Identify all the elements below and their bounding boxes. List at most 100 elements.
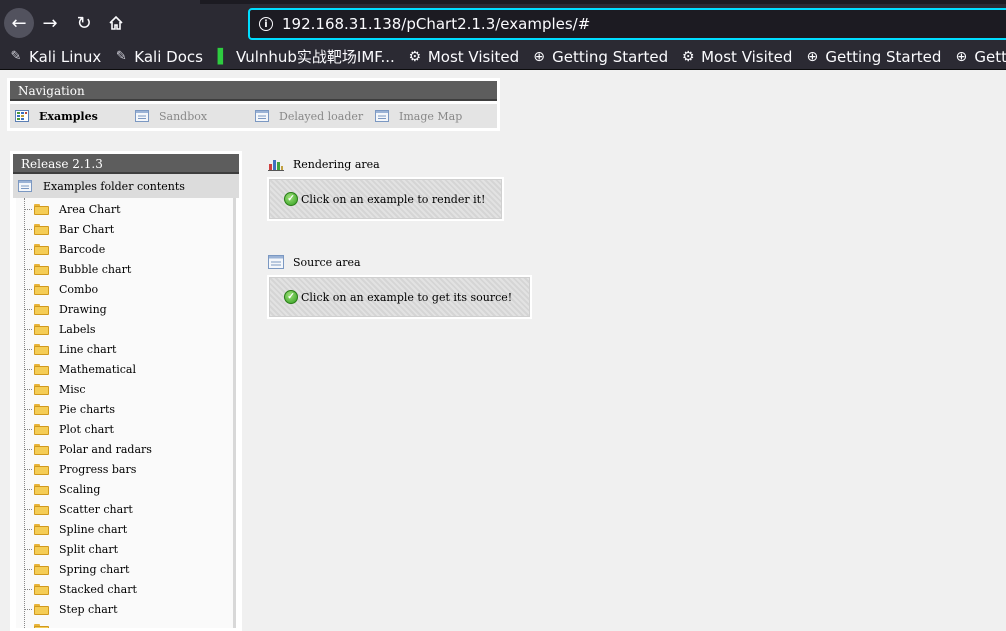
bookmark-item[interactable]: ⚙ Most Visited	[407, 47, 520, 66]
folder-label: Pie charts	[59, 402, 116, 416]
bookmark-item[interactable]: ⚙ Most Visited	[680, 47, 793, 66]
bookmark-label: Getting Started	[552, 47, 669, 66]
tree-connector	[24, 288, 32, 290]
window-icon	[268, 255, 284, 269]
navigation-tabs: Examples Sandbox Delayed loader Image Ma…	[10, 104, 497, 128]
rendering-area-label: Rendering area	[293, 157, 380, 171]
gear-icon: ⚙	[408, 48, 422, 65]
folder-icon	[34, 363, 49, 375]
folder-label: Labels	[59, 322, 96, 336]
folder-label: Polar and radars	[59, 442, 152, 456]
bookmark-item[interactable]: ✎ Kali Docs	[113, 48, 203, 66]
folder-item[interactable]: Combo	[24, 279, 98, 299]
folder-icon	[34, 483, 49, 495]
folder-label: Bubble chart	[59, 262, 132, 276]
folder-item[interactable]: Mathematical	[24, 359, 136, 379]
tree-connector	[24, 448, 32, 450]
bookmark-item[interactable]: ⊕ Getting Started	[531, 48, 668, 66]
folder-item[interactable]: Scaling	[24, 479, 100, 499]
vulnhub-icon: ▌	[217, 48, 229, 65]
folder-label: Scatter chart	[59, 502, 133, 516]
tab-delayed-loader-label: Delayed loader	[279, 109, 364, 123]
folder-item[interactable]: Misc	[24, 379, 86, 399]
tab-sandbox[interactable]: Sandbox	[135, 104, 207, 128]
browser-toolbar: ← → ↻ i 192.168.31.138/pChart2.1.3/examp…	[0, 0, 1006, 44]
folder-item[interactable]: Spring chart	[24, 559, 129, 579]
bookmark-item[interactable]: ⊕ Getting Started	[804, 48, 942, 66]
tree-connector	[24, 348, 32, 350]
navigation-title: Navigation	[10, 81, 497, 101]
folder-item[interactable]: Plot chart	[24, 419, 114, 439]
rendering-message-box: ✓ Click on an example to render it!	[269, 179, 502, 219]
folder-label: Spline chart	[59, 522, 128, 536]
tree-connector	[24, 408, 32, 410]
tree-connector	[24, 608, 32, 610]
bookmarks-bar: ✎ Kali Linux ✎ Kali Docs ▌ Vulnhub实战靶场IMF... ⚙…	[0, 44, 1006, 70]
reload-button[interactable]: ↻	[70, 9, 98, 37]
url-bar[interactable]: i 192.168.31.138/pChart2.1.3/examples/#	[248, 8, 1006, 40]
rendering-area: ✓ Click on an example to render it!	[267, 177, 504, 221]
folder-icon	[34, 263, 49, 275]
tree-connector	[24, 548, 32, 550]
folder-item[interactable]: Step chart	[24, 599, 118, 619]
release-title: Release 2.1.3	[13, 154, 239, 174]
bookmark-item[interactable]: ▌ Vulnhub实战靶场IMF...	[215, 46, 395, 67]
home-button[interactable]	[102, 9, 130, 37]
forward-button[interactable]: →	[36, 9, 64, 37]
folder-tree[interactable]: Area Chart Bar Chart Barcode Bubble chart Co…	[16, 198, 236, 628]
folder-label: Combo	[59, 282, 99, 296]
folder-item[interactable]: Drawing	[24, 299, 107, 319]
source-area-label: Source area	[293, 255, 361, 269]
folder-item-partial[interactable]	[24, 619, 59, 628]
folder-item[interactable]: Bar Chart	[24, 219, 114, 239]
folder-icon	[34, 403, 49, 415]
back-button[interactable]: ←	[4, 8, 34, 38]
tree-connector	[24, 268, 32, 270]
tree-connector	[24, 528, 32, 530]
checkmark-icon: ✓	[284, 192, 298, 206]
folder-label: Split chart	[59, 542, 119, 556]
folder-item[interactable]: Scatter chart	[24, 499, 133, 519]
folder-item[interactable]: Labels	[24, 319, 96, 339]
folder-icon	[34, 503, 49, 515]
bar-chart-icon	[268, 160, 284, 171]
folder-contents-label: Examples folder contents	[43, 179, 185, 193]
globe-icon: ⊕	[806, 48, 819, 65]
folder-icon	[34, 323, 49, 335]
tab-image-map-label: Image Map	[399, 109, 463, 123]
folder-icon	[34, 343, 49, 355]
folder-item[interactable]: Split chart	[24, 539, 118, 559]
tab-image-map[interactable]: Image Map	[375, 104, 462, 128]
folder-item[interactable]: Progress bars	[24, 459, 136, 479]
folder-item[interactable]: Stacked chart	[24, 579, 137, 599]
bookmark-item[interactable]: ✎ Kali Linux	[8, 48, 102, 66]
source-area-heading: Source area	[268, 255, 361, 269]
bookmark-label: Vulnhub实战靶场IMF...	[235, 48, 395, 66]
folder-item[interactable]: Pie charts	[24, 399, 115, 419]
gear-icon: ⚙	[681, 48, 695, 65]
globe-icon: ⊕	[533, 48, 545, 65]
folder-item[interactable]: Barcode	[24, 239, 105, 259]
bookmark-label: Most Visited	[427, 47, 520, 66]
folder-item[interactable]: Polar and radars	[24, 439, 152, 459]
folder-label: Misc	[59, 382, 86, 396]
globe-icon: ⊕	[955, 48, 968, 65]
folder-icon	[34, 583, 49, 595]
tab-delayed-loader[interactable]: Delayed loader	[255, 104, 363, 128]
folder-label: Step chart	[59, 602, 118, 616]
bookmark-item[interactable]: ⊕ Getting Started	[953, 48, 1006, 66]
folder-item[interactable]: Area Chart	[24, 199, 121, 219]
bookmark-label: Most Visited	[701, 47, 793, 66]
folder-item[interactable]: Line chart	[24, 339, 116, 359]
folder-icon	[34, 523, 49, 535]
tree-connector	[24, 428, 32, 430]
release-panel: Release 2.1.3 Examples folder contents A…	[10, 151, 242, 631]
window-icon	[255, 110, 269, 122]
tab-examples[interactable]: Examples	[15, 104, 98, 128]
folder-item[interactable]: Spline chart	[24, 519, 127, 539]
folder-item[interactable]: Bubble chart	[24, 259, 131, 279]
info-icon[interactable]: i	[259, 17, 273, 31]
window-icon	[18, 180, 32, 192]
source-message-box: ✓ Click on an example to get its source!	[269, 277, 530, 317]
folder-label: Barcode	[59, 242, 106, 256]
